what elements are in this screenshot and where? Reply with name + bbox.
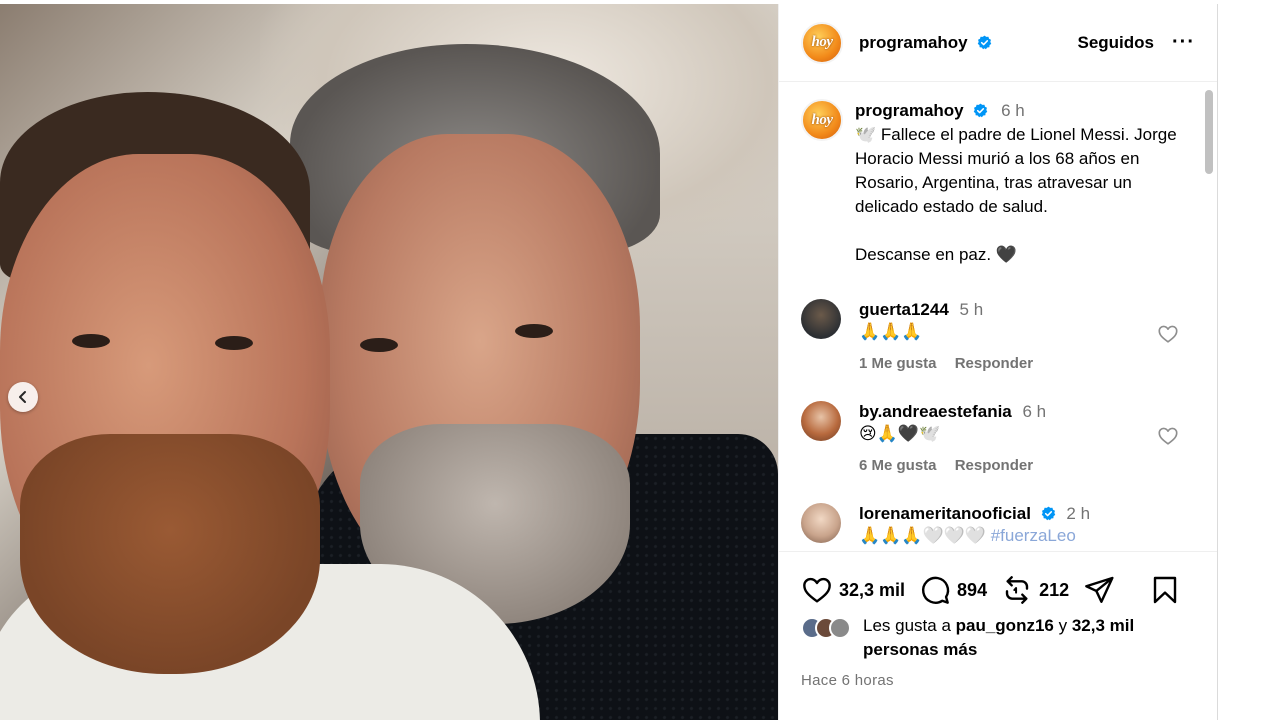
comments-scrollbar[interactable] (1205, 90, 1213, 174)
comment-item: lorenameritanooficial 2 h 🙏🙏🙏🤍🤍🤍 #fuerza… (779, 503, 1217, 547)
comment-text: 😢🙏🖤🕊️ (859, 424, 941, 443)
post-side-panel: hoy programahoy Seguidos ··· hoy program… (778, 4, 1218, 720)
comment-action[interactable]: 894 (919, 574, 987, 606)
avatar (829, 617, 851, 639)
post-photo (0, 4, 778, 720)
reply-button[interactable]: Responder (955, 355, 1033, 372)
comment-time: 2 h (1066, 504, 1091, 523)
comment-meta: 6 Me gusta Responder (859, 455, 1149, 477)
liked-by-text: Les gusta a pau_gonz16 y 32,3 mil person… (863, 614, 1195, 662)
photo-eye (72, 334, 110, 348)
likes-count[interactable]: 32,3 mil (839, 580, 905, 601)
reposts-count[interactable]: 212 (1039, 580, 1069, 601)
comment-item: by.andreaestefania 6 h 😢🙏🖤🕊️ 6 Me gusta … (779, 401, 1217, 477)
chevron-left-icon (19, 391, 26, 403)
caption-username[interactable]: programahoy (855, 101, 964, 120)
avatar[interactable] (801, 503, 841, 543)
comment-item: guerta1244 5 h 🙏🙏🙏 1 Me gusta Responder (779, 299, 1217, 375)
caption-avatar[interactable]: hoy (801, 99, 843, 141)
comment-body: guerta1244 5 h 🙏🙏🙏 1 Me gusta Responder (859, 299, 1149, 375)
caption-text: 🕊️ Fallece el padre de Lionel Messi. Jor… (855, 125, 1177, 264)
more-options-icon[interactable]: ··· (1172, 31, 1195, 54)
heart-icon[interactable] (801, 574, 833, 606)
comment-username[interactable]: lorenameritanooficial (859, 504, 1031, 523)
comment-time: 6 h (1022, 402, 1047, 421)
liked-by-prefix: Les gusta a (863, 616, 956, 635)
liked-by-avatars[interactable] (801, 614, 863, 662)
verified-badge-icon (978, 35, 992, 49)
following-button[interactable]: Seguidos (1078, 33, 1155, 53)
comments-scroll-area[interactable]: hoy programahoy 6 h 🕊️ Fallece el padre … (779, 83, 1217, 549)
avatar[interactable]: hoy (801, 21, 843, 64)
comments-count[interactable]: 894 (957, 580, 987, 601)
liked-by-summary: Les gusta a pau_gonz16 y 32,3 mil person… (779, 610, 1217, 662)
heart-icon[interactable] (1157, 323, 1179, 345)
save-action[interactable] (1149, 574, 1181, 606)
comment-username[interactable]: by.andreaestefania (859, 402, 1012, 421)
share-action[interactable] (1083, 574, 1115, 606)
post-actions-area: 32,3 mil 894 212 Les gusta a pau_gonz16 … (779, 551, 1217, 720)
heart-icon[interactable] (1157, 425, 1179, 447)
comment-text: 🙏🙏🙏🤍🤍🤍 #fuerzaLeo (859, 526, 1076, 545)
action-bar: 32,3 mil 894 212 (779, 552, 1217, 610)
avatar-logo-text: hoy (811, 34, 834, 50)
photo-red-beard (20, 434, 320, 674)
repost-action[interactable]: 212 (1001, 574, 1069, 606)
caption-time: 6 h (1001, 101, 1025, 120)
share-paper-plane-icon[interactable] (1083, 574, 1115, 606)
comment-meta: 1 Me gusta Responder (859, 353, 1149, 375)
carousel-prev-button[interactable] (8, 382, 38, 412)
liked-by-user[interactable]: pau_gonz16 (956, 616, 1054, 635)
repost-icon[interactable] (1001, 574, 1033, 606)
bookmark-icon[interactable] (1149, 574, 1181, 606)
post-header: hoy programahoy Seguidos ··· (779, 4, 1217, 82)
reply-button[interactable]: Responder (955, 457, 1033, 474)
comment-bubble-icon[interactable] (919, 574, 951, 606)
avatar[interactable] (801, 299, 841, 339)
post-caption: hoy programahoy 6 h 🕊️ Fallece el padre … (779, 83, 1217, 267)
comment-likes[interactable]: 6 Me gusta (859, 457, 937, 474)
verified-badge-icon (974, 103, 988, 118)
comment-body: by.andreaestefania 6 h 😢🙏🖤🕊️ 6 Me gusta … (859, 401, 1149, 477)
like-action[interactable]: 32,3 mil (801, 574, 905, 606)
photo-eye (215, 336, 253, 350)
photo-eye (360, 338, 398, 352)
header-username[interactable]: programahoy (859, 33, 992, 53)
comment-body: lorenameritanooficial 2 h 🙏🙏🙏🤍🤍🤍 #fuerza… (859, 503, 1149, 547)
photo-eye (515, 324, 553, 338)
avatar[interactable] (801, 401, 841, 441)
comment-likes[interactable]: 1 Me gusta (859, 355, 937, 372)
caption-body: programahoy 6 h 🕊️ Fallece el padre de L… (855, 99, 1195, 267)
avatar-logo-text: hoy (811, 111, 834, 128)
post-timestamp[interactable]: Hace 6 horas (779, 662, 1217, 689)
verified-badge-icon (1041, 506, 1055, 521)
comment-time: 5 h (959, 300, 984, 319)
comment-username[interactable]: guerta1244 (859, 300, 949, 319)
liked-by-middle: y (1053, 616, 1072, 635)
header-username-text[interactable]: programahoy (859, 33, 968, 52)
comment-text: 🙏🙏🙏 (859, 322, 923, 341)
